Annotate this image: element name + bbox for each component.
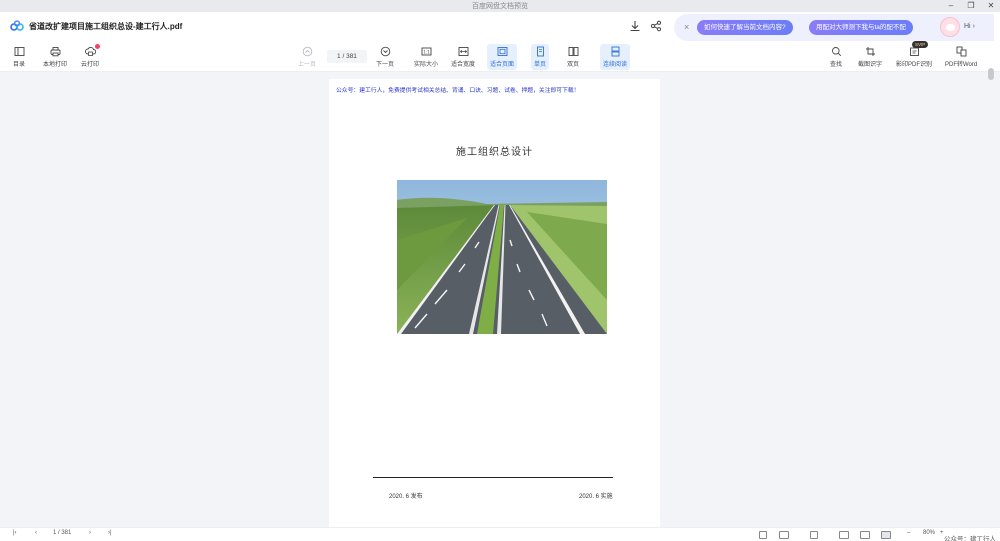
document-notice: 公众号：建工行人，免费提供考试相关总结、背诵、口诀、习题、试卷、押题，关注即可下… [336, 88, 580, 94]
svg-text:1:1: 1:1 [423, 49, 430, 54]
search-button[interactable]: 查找 [830, 44, 842, 70]
svip-badge: SVIP [912, 41, 929, 48]
last-page-icon[interactable]: ›| [108, 530, 112, 536]
status-bar: |‹ ‹ 1 / 381 › ›| – 80% + [0, 527, 1000, 541]
fit-page-button[interactable]: 适合页面 [487, 44, 518, 70]
fit-width-view-icon[interactable] [860, 531, 870, 539]
assistant-banner: × 如何快速了解当前文档内容? 用配对大师测下我与ta的配不配 Hi › [674, 14, 994, 41]
pdf-to-word-button[interactable]: PDF转Word [945, 44, 977, 70]
restore-icon[interactable]: ❐ [966, 0, 976, 11]
actual-size-view-icon[interactable] [839, 531, 849, 539]
search-icon [831, 47, 841, 57]
assistant-avatar[interactable] [940, 17, 960, 37]
double-page-button[interactable]: 双页 [567, 44, 579, 70]
zoom-in-button[interactable]: + [940, 530, 944, 536]
catalog-icon [14, 47, 24, 56]
fit-width-icon [458, 47, 468, 56]
highway-photo [397, 180, 607, 334]
single-page-icon [536, 46, 544, 57]
double-page-icon [568, 47, 578, 56]
footer-rule [373, 477, 613, 478]
actual-size-icon: 1:1 [421, 47, 431, 56]
main-toolbar: 目录 本地打印 云打印 上一页 1 / 381 下一页 1:1 实际大小 适合宽… [0, 41, 1000, 72]
fit-page-icon [497, 47, 507, 56]
zoom-level: 80% [923, 530, 936, 536]
close-icon[interactable]: ✕ [986, 0, 996, 11]
single-page-view-icon[interactable] [759, 531, 767, 539]
continuous-reading-button[interactable]: 连续阅读 [600, 44, 631, 70]
arrow-up-icon [302, 46, 312, 57]
cloud-print-icon [84, 47, 96, 56]
notification-badge [95, 44, 100, 49]
chevron-right-icon: › [972, 23, 975, 30]
zoom-out-button[interactable]: – [907, 530, 910, 536]
pdf-to-word-icon [956, 46, 967, 57]
implement-date: 2020. 6 实施 [579, 494, 613, 500]
prev-page-button[interactable]: 上一页 [298, 44, 316, 70]
document-title: 省道改扩建项目施工组织总设-建工行人.pdf [29, 22, 183, 31]
local-print-button[interactable]: 本地打印 [43, 44, 67, 70]
catalog-button[interactable]: 目录 [13, 44, 25, 70]
publish-date: 2020. 6 发布 [389, 494, 423, 500]
baidu-netdisk-logo-icon [10, 20, 24, 31]
minimize-icon[interactable]: – [946, 0, 956, 11]
vertical-scrollbar[interactable] [988, 66, 996, 526]
actual-size-button[interactable]: 1:1 实际大小 [414, 44, 438, 70]
window-controls: – ❐ ✕ [946, 0, 996, 11]
download-icon[interactable] [629, 20, 641, 32]
arrow-down-icon [380, 46, 390, 57]
screenshot-ocr-icon [865, 47, 875, 56]
share-icon[interactable] [650, 20, 662, 32]
window-title: 百度网盘文档预览 [472, 3, 528, 10]
prev-page-icon[interactable]: ‹ [35, 530, 37, 536]
page-indicator: 1 / 381 [53, 530, 72, 536]
next-page-button[interactable]: 下一页 [376, 44, 394, 70]
scrollbar-thumb[interactable] [988, 68, 994, 80]
next-page-icon[interactable]: › [89, 530, 91, 536]
window-titlebar: 百度网盘文档预览 – ❐ ✕ [0, 0, 1000, 12]
banner-close-icon[interactable]: × [684, 22, 689, 32]
document-page: 公众号：建工行人，免费提供考试相关总结、背诵、口诀、习题、试卷、押题，关注即可下… [329, 79, 660, 527]
single-page-button[interactable]: 单页 [531, 44, 550, 70]
document-heading: 施工组织总设计 [456, 147, 533, 158]
assistant-greeting[interactable]: Hi › [964, 23, 975, 30]
continuous-view-icon[interactable] [810, 531, 818, 539]
watermark: 公众号：建工行人 [944, 536, 996, 541]
assistant-suggestion-chip[interactable]: 用配对大师测下我与ta的配不配 [809, 20, 913, 35]
page-number-input[interactable]: 1 / 381 [327, 50, 367, 63]
continuous-icon [611, 46, 619, 57]
fit-page-view-icon[interactable] [881, 531, 891, 539]
first-page-icon[interactable]: |‹ [13, 530, 17, 536]
printer-icon [50, 47, 60, 57]
screenshot-ocr-button[interactable]: 截图识字 [858, 44, 882, 70]
double-page-view-icon[interactable] [779, 531, 789, 539]
assistant-suggestion-chip[interactable]: 如何快速了解当前文档内容? [697, 20, 793, 35]
fit-width-button[interactable]: 适合宽度 [451, 44, 475, 70]
